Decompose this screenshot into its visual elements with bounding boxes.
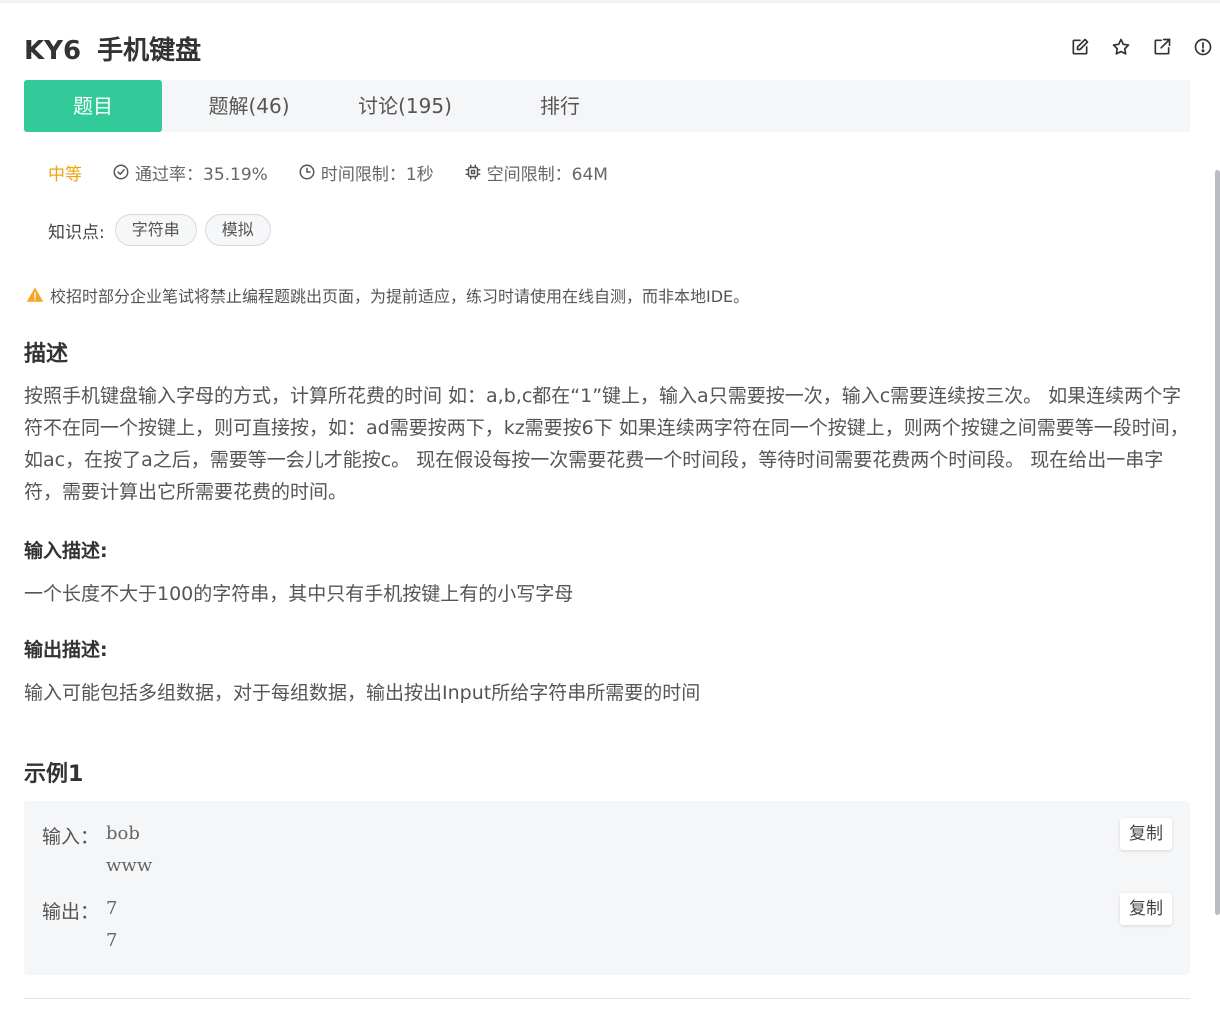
header-actions [1050,36,1214,58]
top-border [0,0,1220,3]
knowledge-points: 知识点: 字符串 模拟 [48,214,279,246]
input-desc-text: 一个长度不大于100的字符串，其中只有手机按键上有的小写字母 [24,583,574,605]
copy-output-button[interactable]: 复制 [1120,893,1172,925]
description-text: 按照手机键盘输入字母的方式，计算所花费的时间 如：a,b,c都在“1”键上，输入… [24,385,1189,503]
pass-rate-text: 通过率：35.19% [135,164,268,185]
problem-meta: 中等 通过率：35.19% 时间限制：1秒 空间限制：64M [48,160,638,185]
example-output-label: 输出： [42,901,100,923]
memory-limit: 空间限制：64M [464,160,608,185]
chip-icon [465,164,481,180]
tab-discussion[interactable]: 讨论(195) [340,80,470,132]
star-icon[interactable] [1110,36,1132,58]
example-heading: 示例1 [24,762,84,787]
tab-solutions[interactable]: 题解(46) [188,80,310,132]
time-limit: 时间限制：1秒 [298,160,434,185]
external-link-icon[interactable] [1151,36,1173,58]
check-circle-icon [113,164,129,180]
warning-icon [26,287,44,302]
page-title: KY6 手机键盘 [24,30,201,67]
example-input-label: 输入： [42,826,100,848]
scrollbar[interactable] [1215,170,1220,915]
tag-string[interactable]: 字符串 [114,214,197,246]
time-limit-text: 时间限制：1秒 [320,164,434,185]
output-desc-text: 输入可能包括多组数据，对于每组数据，输出按出Input所给字符串所需要的时间 [24,682,701,704]
tab-bar: 题目 题解(46) 讨论(195) 排行 [24,80,1190,132]
example-box: 输入： bob www 复制 输出： 7 7 复制 [24,801,1190,975]
warning-notice: 校招时部分企业笔试将禁止编程题跳出页面，为提前适应，练习时请使用在线自测，而非本… [26,283,749,307]
output-desc-heading: 输出描述: [24,639,108,661]
section-divider [24,998,1190,999]
problem-title: 手机键盘 [97,36,202,66]
tab-problem[interactable]: 题目 [24,80,162,132]
example-input-line: www [106,855,153,876]
report-icon[interactable] [1192,36,1214,58]
pass-rate: 通过率：35.19% [112,160,268,185]
warning-text: 校招时部分企业笔试将禁止编程题跳出页面，为提前适应，练习时请使用在线自测，而非本… [50,287,750,306]
tab-ranking[interactable]: 排行 [520,80,600,132]
tag-simulation[interactable]: 模拟 [204,214,271,246]
problem-code: KY6 [24,36,82,66]
difficulty-badge: 中等 [48,164,82,185]
memory-limit-text: 空间限制：64M [486,164,608,185]
example-output-line: 7 [106,930,118,951]
copy-input-button[interactable]: 复制 [1120,818,1172,850]
input-desc-heading: 输入描述: [24,540,108,562]
problem-header: KY6 手机键盘 [24,24,1214,72]
example-output-line: 7 [106,898,118,919]
description-heading: 描述 [24,342,69,367]
knowledge-label: 知识点: [48,222,105,243]
edit-icon[interactable] [1069,36,1091,58]
example-input-line: bob [106,823,140,844]
clock-icon [299,164,315,180]
